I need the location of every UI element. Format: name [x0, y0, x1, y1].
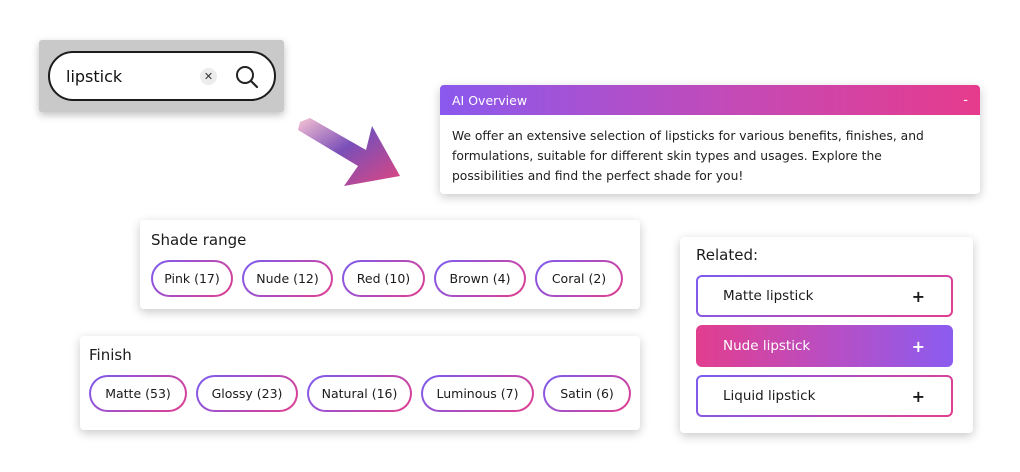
plus-icon[interactable]: + — [912, 337, 925, 356]
chip-label: Satin (6) — [545, 377, 629, 410]
ai-overview-line: formulations, suitable for different ski… — [452, 149, 882, 163]
ai-overview-line: We offer an extensive selection of lipst… — [452, 129, 924, 143]
related-card: Related: Matte lipstick + Nude lipstick … — [680, 237, 973, 433]
finish-title: Finish — [89, 346, 132, 364]
shade-range-chips: Pink (17) Nude (12) Red (10) Brown (4) C… — [151, 260, 623, 297]
chip-satin[interactable]: Satin (6) — [543, 375, 631, 412]
related-title: Related: — [696, 246, 759, 264]
ai-overview-title: AI Overview — [452, 92, 528, 108]
chip-label: Glossy (23) — [198, 377, 296, 410]
related-item-matte-lipstick[interactable]: Matte lipstick + — [696, 275, 953, 317]
search-panel: ✕ — [39, 40, 284, 112]
related-item-label: Matte lipstick — [723, 288, 814, 304]
chip-pink[interactable]: Pink (17) — [151, 260, 233, 297]
arrow-icon — [298, 118, 400, 186]
related-item-liquid-lipstick[interactable]: Liquid lipstick + — [696, 375, 953, 417]
ai-overview-card: AI Overview - We offer an extensive sele… — [440, 85, 980, 194]
chip-coral[interactable]: Coral (2) — [535, 260, 623, 297]
related-item-label: Nude lipstick — [723, 338, 811, 354]
ai-overview-header[interactable]: AI Overview - — [440, 85, 980, 115]
related-item-label: Liquid lipstick — [723, 388, 816, 404]
chip-red[interactable]: Red (10) — [342, 260, 425, 297]
chip-label: Nude (12) — [244, 262, 331, 295]
chip-glossy[interactable]: Glossy (23) — [196, 375, 298, 412]
collapse-icon[interactable]: - — [963, 93, 968, 108]
plus-icon[interactable]: + — [912, 287, 925, 306]
close-icon[interactable]: ✕ — [200, 68, 217, 85]
chip-label: Red (10) — [344, 262, 423, 295]
finish-card: Finish Matte (53) Glossy (23) Natural (1… — [80, 336, 640, 430]
ai-overview-line: possibilities and find the perfect shade… — [452, 169, 744, 183]
ai-overview-text: We offer an extensive selection of lipst… — [440, 115, 980, 194]
plus-icon[interactable]: + — [912, 387, 925, 406]
search-icon[interactable] — [234, 64, 260, 90]
chip-label: Natural (16) — [309, 377, 410, 410]
chip-label: Matte (53) — [91, 377, 185, 410]
shade-range-card: Shade range Pink (17) Nude (12) Red (10)… — [140, 220, 640, 309]
chip-label: Luminous (7) — [423, 377, 532, 410]
chip-nude[interactable]: Nude (12) — [242, 260, 333, 297]
chip-matte[interactable]: Matte (53) — [89, 375, 187, 412]
search-bar[interactable]: ✕ — [48, 51, 276, 101]
chip-natural[interactable]: Natural (16) — [307, 375, 412, 412]
chip-brown[interactable]: Brown (4) — [434, 260, 526, 297]
chip-label: Pink (17) — [153, 262, 231, 295]
chip-label: Brown (4) — [436, 262, 524, 295]
search-input[interactable] — [66, 63, 194, 89]
finish-chips: Matte (53) Glossy (23) Natural (16) Lumi… — [89, 375, 631, 412]
shade-range-title: Shade range — [151, 231, 247, 249]
chip-label: Coral (2) — [537, 262, 621, 295]
related-item-nude-lipstick[interactable]: Nude lipstick + — [696, 325, 953, 367]
chip-luminous[interactable]: Luminous (7) — [421, 375, 534, 412]
